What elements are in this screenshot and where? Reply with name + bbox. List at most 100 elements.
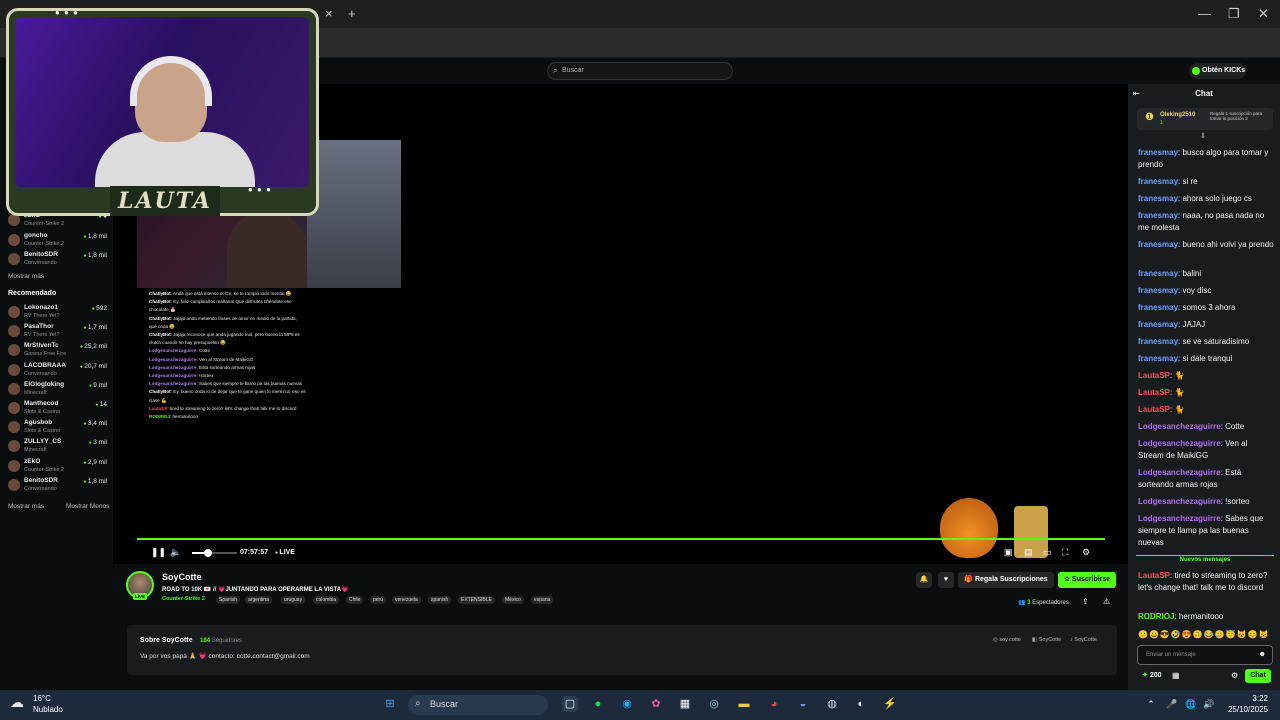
site-search-input[interactable]: ⌕ Buscar bbox=[547, 62, 733, 80]
show-less-link[interactable]: Mostrar Menos bbox=[66, 503, 109, 510]
clock-date[interactable]: 25/10/2025 bbox=[1220, 705, 1268, 714]
chat-username[interactable]: LautaSP bbox=[1138, 571, 1170, 580]
tiktok-link[interactable]: ♪ SoyCotte bbox=[1070, 637, 1097, 643]
settings-gear-icon[interactable]: ⚙ bbox=[1082, 547, 1090, 558]
chat-username[interactable]: franesmay bbox=[1138, 194, 1178, 203]
sidebar-channel-item[interactable]: ElGloglokingMinecraft 9 mil bbox=[0, 380, 113, 400]
sidebar-channel-item[interactable]: AgusbobSlots & Casino 3,4 mil bbox=[0, 418, 113, 438]
streamer-name[interactable]: SoyCotte bbox=[162, 572, 202, 582]
chat-username[interactable]: LautaSP bbox=[1138, 405, 1170, 414]
theater-icon[interactable]: ▤ bbox=[1024, 547, 1033, 558]
chat-username[interactable]: franesmay bbox=[1138, 303, 1178, 312]
task-view-icon[interactable]: ▢ bbox=[562, 696, 578, 712]
stream-tag[interactable]: perú bbox=[370, 596, 387, 604]
chat-username[interactable]: franesmay bbox=[1138, 177, 1178, 186]
tab-close-button[interactable]: × bbox=[325, 6, 333, 21]
sidebar-channel-item[interactable]: BenitoSDRConversando1,8 mil bbox=[0, 250, 113, 270]
stream-tag[interactable]: EXTENSIBLE bbox=[458, 596, 495, 604]
follow-heart-icon[interactable]: ♥ bbox=[938, 572, 954, 588]
stream-tag[interactable]: colombia bbox=[313, 596, 340, 604]
stream-tag[interactable]: uruguay bbox=[281, 596, 306, 604]
expand-leaderboard-icon[interactable]: ⇩ bbox=[1200, 132, 1206, 140]
steam-app-icon[interactable]: ◍ bbox=[824, 696, 840, 712]
clip-icon[interactable]: ▣ bbox=[1004, 547, 1013, 558]
chat-username[interactable]: franesmay bbox=[1138, 337, 1178, 346]
chat-username[interactable]: Lodgesanchezaguirre bbox=[1138, 468, 1221, 477]
volume-knob[interactable] bbox=[204, 549, 212, 557]
minimize-button[interactable]: — bbox=[1198, 6, 1211, 21]
close-window-button[interactable]: ✕ bbox=[1258, 6, 1269, 22]
weather-icon[interactable]: ☁ bbox=[10, 694, 24, 711]
chat-username[interactable]: franesmay bbox=[1138, 354, 1178, 363]
sidebar-channel-item[interactable]: LACOBRAAAConversando 20,7 mil bbox=[0, 361, 113, 381]
chat-username[interactable]: LautaSP bbox=[1138, 371, 1170, 380]
stream-tag[interactable]: venezuela bbox=[392, 596, 421, 604]
kicks-balance[interactable]: ✦ 200 bbox=[1142, 671, 1162, 679]
pip-icon[interactable]: ▭ bbox=[1043, 547, 1052, 558]
edge-icon[interactable]: ◉ bbox=[619, 696, 635, 712]
volume-icon[interactable]: 🔈 bbox=[170, 547, 181, 558]
system-tray-chevron-icon[interactable]: ⌃ bbox=[1143, 696, 1159, 712]
clock-time[interactable]: 3:22 bbox=[1226, 694, 1268, 703]
gift-icon[interactable]: ▦ bbox=[1172, 671, 1180, 680]
stream-tag[interactable]: Spanish bbox=[216, 596, 241, 604]
chat-username[interactable]: Lodgesanchezaguirre bbox=[1138, 497, 1221, 506]
sidebar-channel-item[interactable]: PasaThorRV There Yet? 1,7 mil bbox=[0, 322, 113, 342]
show-more-link[interactable]: Mostrar más bbox=[8, 503, 44, 510]
stream-category[interactable]: Counter-Strike 2 bbox=[162, 596, 205, 602]
chat-message-input[interactable]: Enviar un mensaje ☻ bbox=[1137, 645, 1273, 665]
send-chat-button[interactable]: Chat bbox=[1245, 669, 1271, 683]
stream-tag[interactable]: argentina bbox=[245, 596, 272, 604]
sidebar-channel-item[interactable]: ZULLYY_CSMinecraft 3 mil bbox=[0, 437, 113, 457]
spotify-icon[interactable]: ● bbox=[590, 696, 606, 712]
maximize-button[interactable]: ❐ bbox=[1228, 6, 1240, 22]
chrome-icon[interactable]: ◕ bbox=[766, 696, 782, 712]
twitch-link[interactable]: ◧ SoyCotte bbox=[1032, 637, 1061, 643]
sidebar-channel-item[interactable]: gonchoCounter-Strike 2 1,8 mil bbox=[0, 231, 113, 251]
emoji-picker-icon[interactable]: ☻ bbox=[1259, 651, 1266, 658]
stream-tag[interactable]: spanish bbox=[428, 596, 452, 604]
sidebar-channel-item[interactable]: Manthecod Slots & Casino 14 bbox=[0, 399, 113, 419]
subscribe-button[interactable]: ☆ Suscribirse bbox=[1058, 572, 1116, 588]
emote-bar[interactable]: 🙂😀😎🤣😍🙃😂🥲😇😺😊😸 bbox=[1138, 630, 1274, 642]
stream-tag[interactable]: Chile bbox=[346, 596, 364, 604]
share-icon[interactable]: ⇪ bbox=[1082, 597, 1089, 606]
new-messages-divider[interactable]: Nuevos mensajes bbox=[1136, 555, 1274, 565]
chat-username[interactable]: LautaSP bbox=[1138, 388, 1170, 397]
obs-icon[interactable]: ◐ bbox=[853, 696, 869, 712]
sidebar-channel-item[interactable]: MrStivenTcGarena Free Fire 25,2 mil bbox=[0, 341, 113, 361]
chat-username[interactable]: Lodgesanchezaguirre bbox=[1138, 422, 1221, 431]
fullscreen-icon[interactable]: ⛶ bbox=[1062, 547, 1068, 558]
taskbar-search[interactable]: ⌕ Buscar bbox=[408, 695, 548, 715]
sidebar-channel-item[interactable]: Lokonazo1 RV There Yet? 592 bbox=[0, 303, 113, 323]
chat-username[interactable]: franesmay bbox=[1138, 148, 1178, 157]
chat-username[interactable]: franesmay bbox=[1138, 320, 1178, 329]
new-tab-button[interactable]: + bbox=[348, 6, 356, 21]
gift-subs-button[interactable]: 🎁 Regala Suscripciones bbox=[958, 572, 1054, 588]
microphone-icon[interactable]: 🎤 bbox=[1164, 696, 1180, 712]
network-icon[interactable]: 🌐 bbox=[1183, 696, 1199, 712]
notification-bell-icon[interactable]: 🔔 bbox=[916, 572, 932, 588]
stream-progress-bar[interactable] bbox=[137, 538, 1105, 540]
show-more-following-link[interactable]: Mostrar más bbox=[8, 273, 44, 280]
stream-tag[interactable]: México bbox=[502, 596, 524, 604]
chat-username[interactable]: Lodgesanchezaguirre bbox=[1138, 514, 1221, 523]
pause-icon[interactable]: ❚❚ bbox=[151, 547, 166, 558]
chat-settings-icon[interactable]: ⚙ bbox=[1231, 671, 1238, 680]
sidebar-channel-item[interactable]: BenitoSDRConversando1,8 mil bbox=[0, 476, 113, 496]
leader-name[interactable]: Oleking2510 bbox=[1160, 112, 1195, 118]
chat-username[interactable]: Lodgesanchezaguirre bbox=[1138, 439, 1221, 448]
store-icon[interactable]: ▦ bbox=[677, 696, 693, 712]
chat-username[interactable]: franesmay bbox=[1138, 211, 1178, 220]
chat-username[interactable]: RODRIOJ bbox=[1138, 612, 1174, 621]
file-explorer-icon[interactable]: ▬ bbox=[736, 696, 752, 712]
photos-icon[interactable]: ✿ bbox=[648, 696, 664, 712]
app-icon[interactable]: ⚡ bbox=[882, 696, 898, 712]
weather-description[interactable]: Nublado bbox=[33, 705, 63, 714]
speaker-icon[interactable]: 🔊 bbox=[1201, 696, 1217, 712]
windows-start-icon[interactable]: ⊞ bbox=[382, 696, 398, 712]
steam-icon[interactable]: ◎ bbox=[706, 696, 722, 712]
sidebar-channel-item[interactable]: zEkOCounter-Strike 2 2,9 mil bbox=[0, 457, 113, 477]
chat-username[interactable]: franesmay bbox=[1138, 269, 1178, 278]
weather-temperature[interactable]: 16°C bbox=[33, 694, 51, 703]
